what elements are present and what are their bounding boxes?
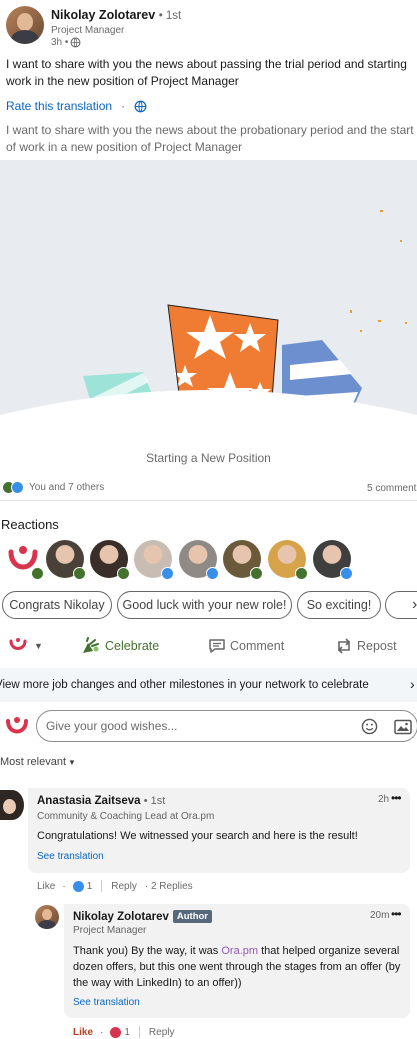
reactor-avatar[interactable] <box>46 540 86 580</box>
ora-pm-link[interactable]: Ora.pm <box>221 945 258 957</box>
emoji-icon[interactable] <box>361 718 378 735</box>
globe-icon[interactable] <box>134 100 147 113</box>
like-button[interactable]: Like <box>37 881 55 892</box>
see-translation-link[interactable]: See translation <box>73 997 140 1008</box>
translated-body: I want to share with you the news about … <box>6 123 414 154</box>
reply-button[interactable]: Reply <box>111 881 137 892</box>
repost-icon <box>337 638 351 654</box>
replies-count[interactable]: · 2 Replies <box>145 881 193 892</box>
rate-translation-link[interactable]: Rate this translation <box>6 99 112 113</box>
ora-logo-icon <box>6 717 28 734</box>
gift-illustration <box>0 210 417 474</box>
milestones-banner[interactable]: View more job changes and other mileston… <box>0 668 417 702</box>
post-time: 3h • <box>51 37 69 48</box>
celebrate-reaction-icon <box>117 567 130 580</box>
like-reaction-icon <box>340 567 353 580</box>
comment-placeholder: Give your good wishes... <box>46 719 178 733</box>
reactor-avatar[interactable] <box>268 540 308 580</box>
like-count: 1 <box>86 880 93 892</box>
see-translation-link[interactable]: See translation <box>37 851 104 862</box>
reactions-heading: Reactions <box>1 517 59 532</box>
commenter-title: Project Manager <box>73 925 147 936</box>
reactor-avatar[interactable] <box>179 540 219 580</box>
reply-button[interactable]: Reply <box>149 1027 175 1038</box>
like-reaction-icon <box>206 567 219 580</box>
like-reaction-icon <box>72 880 84 892</box>
like-reaction-icon <box>161 567 174 580</box>
celebrate-label: Celebrate <box>105 639 160 653</box>
reactor-avatar[interactable] <box>90 540 130 580</box>
divider <box>138 1026 140 1038</box>
ora-logo-icon <box>9 638 27 650</box>
commenter-name[interactable]: Anastasia Zaitseva <box>37 795 141 807</box>
reaction-selector-button[interactable]: ▼ <box>8 633 43 659</box>
post-body: I want to share with you the news about … <box>6 57 407 88</box>
quick-replies-next-button[interactable]: › <box>385 591 417 619</box>
divider <box>0 500 417 501</box>
author-avatar[interactable] <box>35 905 59 929</box>
card-caption: Starting a New Position <box>146 451 271 465</box>
repost-button[interactable]: Repost <box>335 633 397 659</box>
comment-text: Congratulations! We witnessed your searc… <box>37 830 358 842</box>
connection-degree: • 1st <box>143 795 166 807</box>
celebrate-reaction-icon <box>73 567 86 580</box>
divider <box>101 880 103 892</box>
like-button[interactable]: Like <box>73 1027 93 1038</box>
separator-dot: · <box>62 880 66 892</box>
comment-button[interactable]: Comment <box>208 633 284 659</box>
commenter-name[interactable]: Nikolay Zolotarev <box>73 911 169 923</box>
celebrate-button[interactable]: Celebrate <box>81 633 159 659</box>
reactions-summary[interactable]: You and 7 others <box>29 482 104 493</box>
celebrate-reaction-icon <box>31 567 44 580</box>
reactor-avatar[interactable] <box>313 540 353 580</box>
like-count: 1 <box>124 1026 130 1038</box>
chevron-right-icon[interactable]: › <box>410 676 415 692</box>
comment-time: 20m <box>370 910 390 921</box>
more-options-icon[interactable]: ••• <box>391 907 402 921</box>
separator-dot: · <box>100 1026 104 1038</box>
repost-label: Repost <box>357 639 397 653</box>
sort-dropdown[interactable]: Most relevant ▼ <box>0 756 76 768</box>
author-avatar[interactable] <box>6 6 44 44</box>
sort-label: Most relevant <box>0 756 67 768</box>
commenter-title: Community & Coaching Lead at Ora.pm <box>37 811 215 822</box>
comment-input[interactable]: Give your good wishes... <box>36 710 417 742</box>
reply-text-part: Thank you) By the way, it was <box>73 945 222 957</box>
reply-bubble: Nikolay Zolotarev Author Project Manager… <box>64 904 410 1018</box>
author-title: Project Manager <box>51 25 125 36</box>
image-icon[interactable] <box>394 719 412 735</box>
connection-degree: • 1st <box>158 10 182 22</box>
quick-reply-so-exciting[interactable]: So exciting! <box>297 591 381 619</box>
milestones-text: View more job changes and other mileston… <box>0 679 369 691</box>
comments-count[interactable]: 5 comments <box>367 483 417 494</box>
reactor-avatar[interactable] <box>134 540 174 580</box>
reply-text: Thank you) By the way, it was Ora.pm tha… <box>73 943 403 991</box>
celebrate-reaction-icon <box>295 567 308 580</box>
comment-bubble: Anastasia Zaitseva • 1st Community & Coa… <box>28 788 410 873</box>
chevron-down-icon: ▼ <box>34 641 43 651</box>
quick-reply-congrats[interactable]: Congrats Nikolay <box>2 591 112 619</box>
author-badge: Author <box>172 910 213 923</box>
commenter-avatar[interactable] <box>0 790 24 820</box>
more-options-icon[interactable]: ••• <box>391 791 402 805</box>
reactor-avatar[interactable] <box>4 540 44 580</box>
comment-label: Comment <box>230 639 285 653</box>
author-name[interactable]: Nikolay Zolotarev <box>51 8 155 22</box>
celebrate-icon <box>83 637 99 653</box>
separator-dot: · <box>121 99 126 113</box>
caret-down-icon: ▼ <box>68 757 76 767</box>
like-reaction-icon <box>11 481 24 494</box>
heart-reaction-icon <box>110 1026 122 1038</box>
comment-icon <box>209 639 225 653</box>
globe-icon <box>70 37 81 48</box>
comment-time: 2h <box>378 794 390 805</box>
quick-reply-good-luck[interactable]: Good luck with your new role! <box>117 591 292 619</box>
reactor-avatar[interactable] <box>223 540 263 580</box>
celebration-card[interactable]: Starting a New Position <box>0 160 417 474</box>
celebrate-reaction-icon <box>250 567 263 580</box>
